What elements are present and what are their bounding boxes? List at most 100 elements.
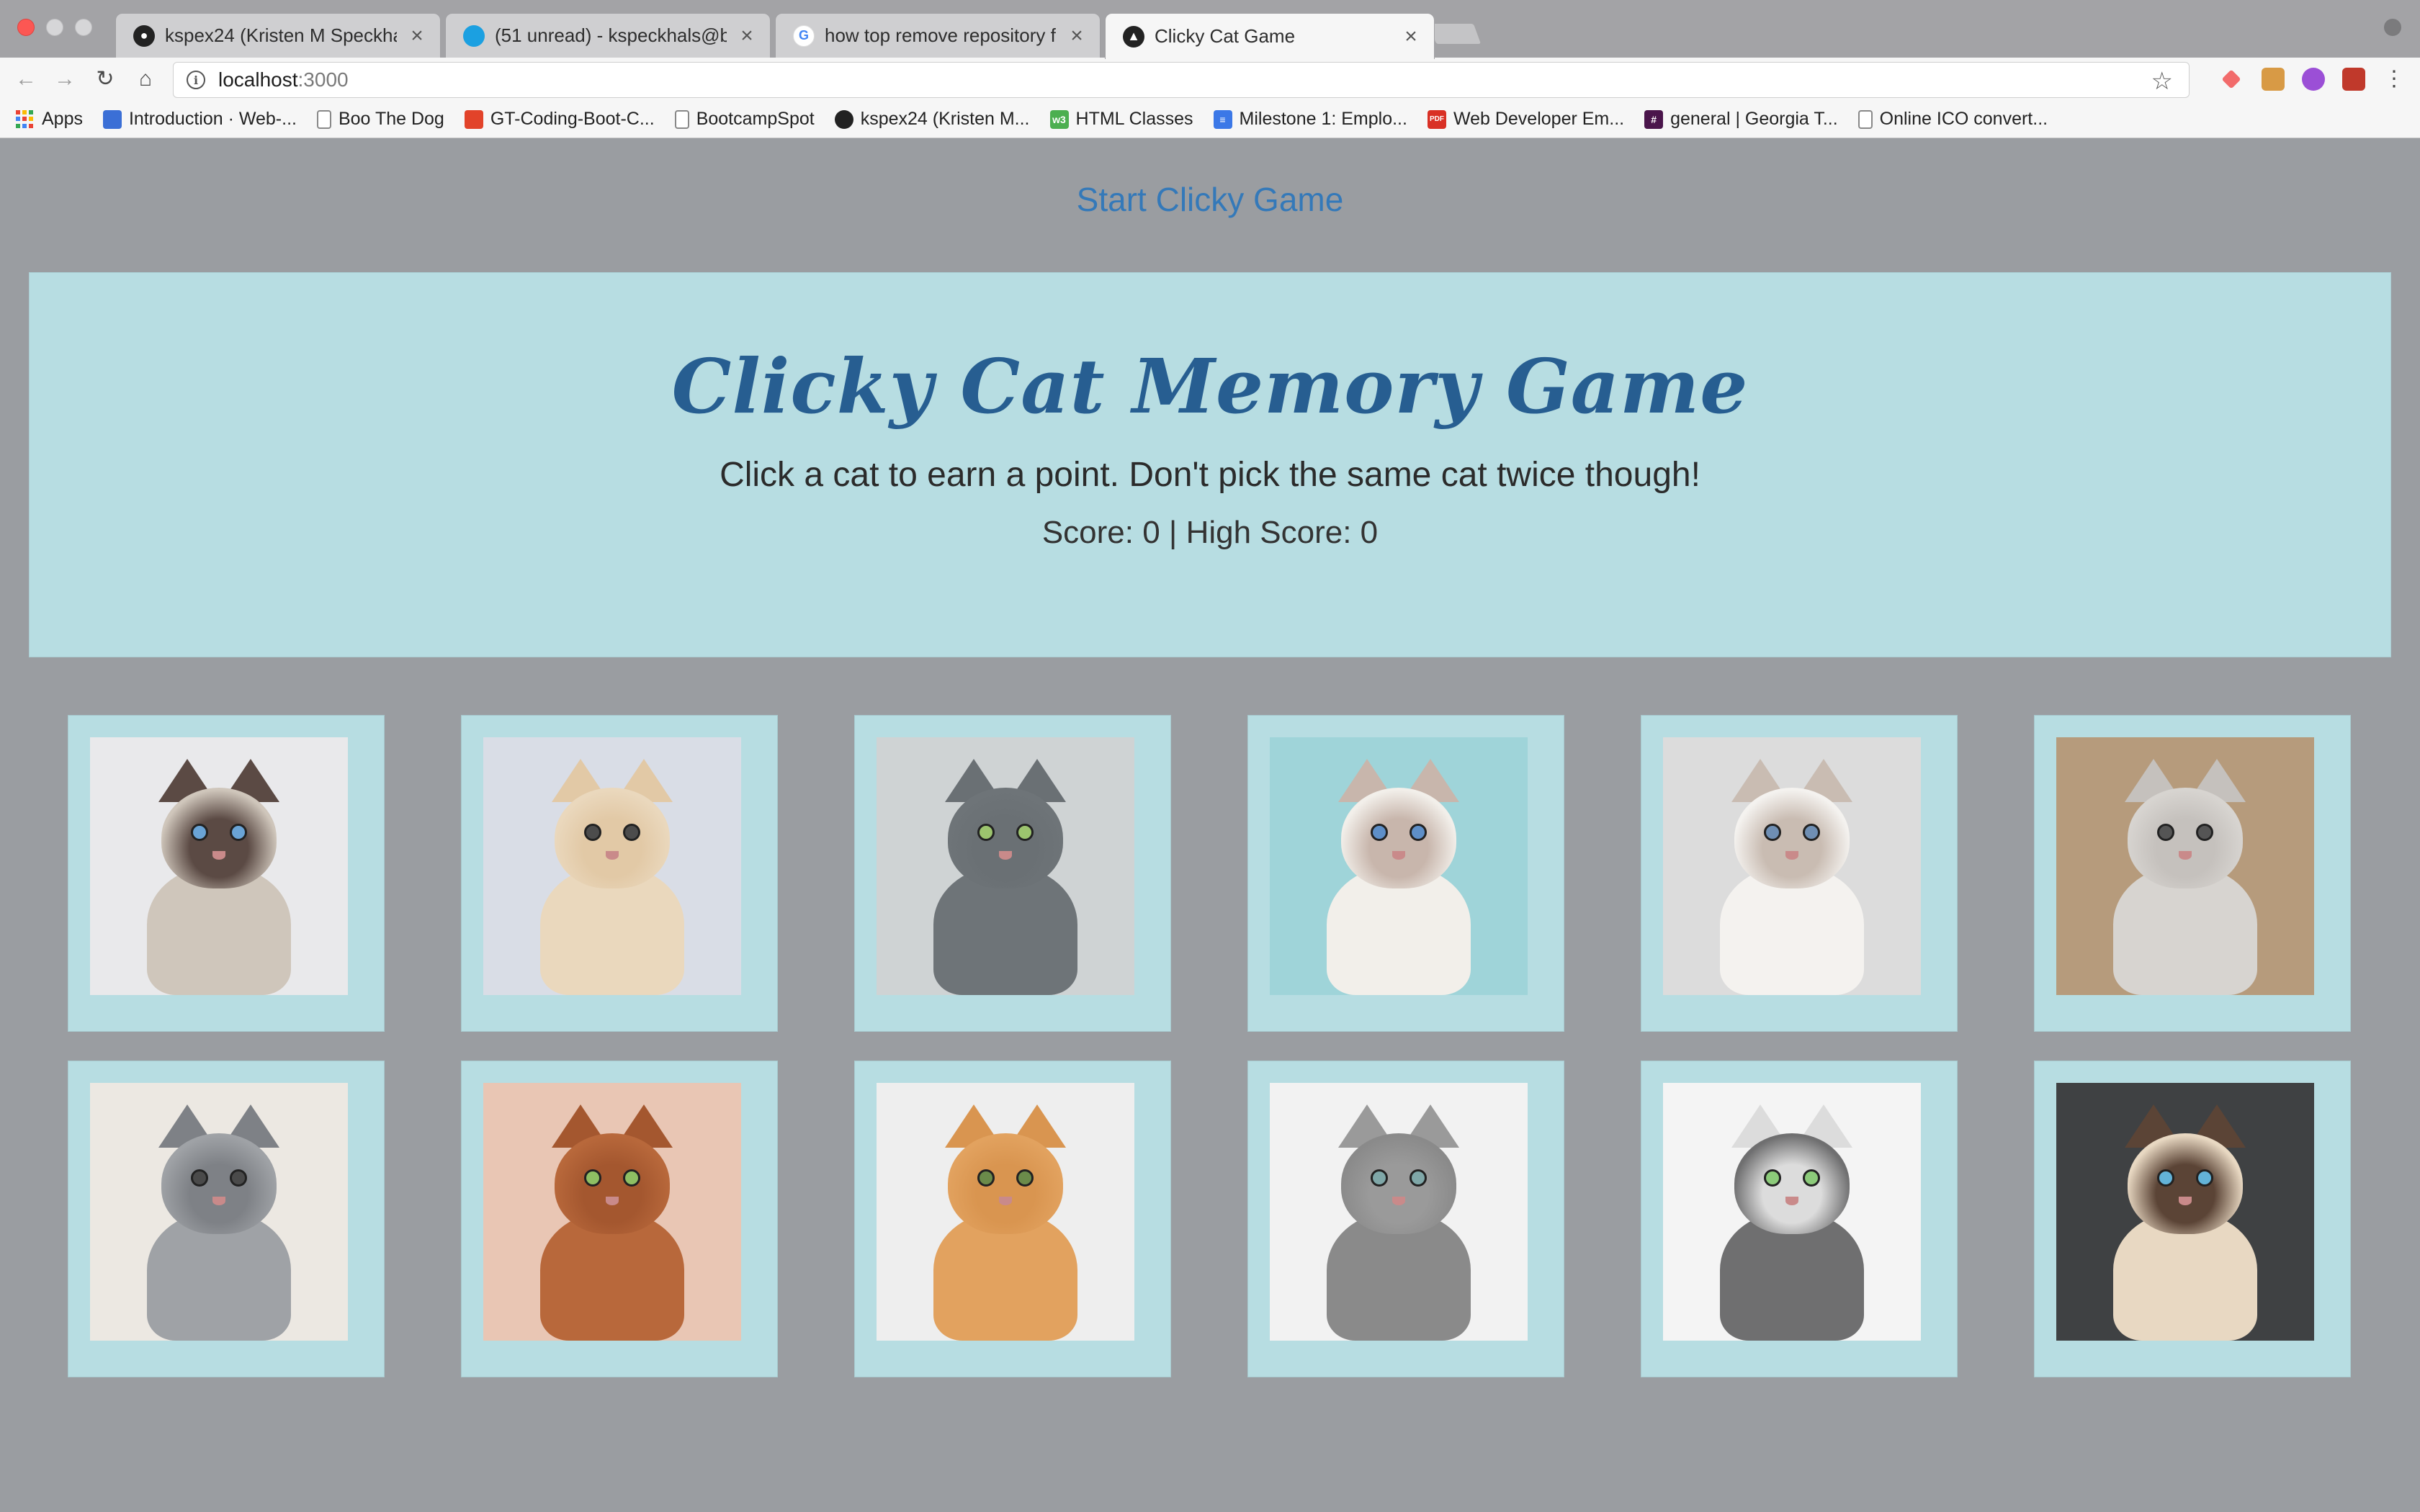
cat-head (555, 1133, 670, 1234)
browser-tab-clicky[interactable]: ▲ Clicky Cat Game × (1105, 13, 1435, 59)
score-display: Score: 0 | High Score: 0 (1041, 515, 1379, 550)
instructions-text: Click a cat to earn a point. Don't pick … (720, 456, 1700, 494)
bookmark-milestone[interactable]: ≡ Milestone 1: Emplo... (1213, 109, 1407, 130)
bookmark-introduction[interactable]: Introduction · Web-... (102, 109, 297, 130)
extension-arrow-icon[interactable] (2221, 69, 2241, 89)
tab-close-icon[interactable]: × (1067, 24, 1087, 48)
cat-card[interactable] (461, 715, 778, 1032)
bookmark-github[interactable]: kspex24 (Kristen M... (834, 109, 1030, 130)
url-host: localhost (218, 68, 298, 91)
minimize-window-button[interactable] (46, 19, 63, 36)
start-game-link[interactable]: Start Clicky Game (0, 180, 2420, 219)
cat-eye (2196, 824, 2213, 841)
tab-close-icon[interactable]: × (1401, 24, 1421, 49)
bookmark-gitlab[interactable]: GT-Coding-Boot-C... (464, 109, 655, 130)
url-text: localhost:3000 (218, 68, 349, 91)
extension-square-icon[interactable] (2342, 68, 2365, 91)
bookmark-apps[interactable]: Apps (16, 109, 83, 130)
cat-card-grid (68, 715, 2352, 1377)
cat-card[interactable] (2034, 1061, 2351, 1377)
cream-kitten-image[interactable] (483, 737, 741, 995)
cat-head (1341, 1133, 1456, 1234)
bookmark-html-classes[interactable]: w3 HTML Classes (1049, 109, 1193, 130)
cat-head (161, 1133, 277, 1234)
white-ragdoll-cat-image[interactable] (1663, 737, 1921, 995)
cat-card[interactable] (1247, 1061, 1564, 1377)
cat-card[interactable] (68, 1061, 385, 1377)
page-icon (1857, 109, 1873, 129)
tab-title: (51 unread) - kspeckhals@bellsouth.net (495, 24, 727, 46)
bookmark-label: HTML Classes (1075, 109, 1193, 129)
cat-card[interactable] (461, 1061, 778, 1377)
cat-nose (999, 1197, 1012, 1205)
tab-close-icon[interactable]: × (737, 24, 757, 48)
fluffy-colorpoint-cat-image[interactable] (90, 737, 348, 995)
bookmark-web-developer[interactable]: PDF Web Developer Em... (1427, 109, 1625, 130)
cat-eye (2157, 1169, 2174, 1187)
home-icon[interactable]: ⌂ (133, 66, 158, 92)
game-header: Clicky Cat Memory Game Click a cat to ea… (29, 272, 2391, 657)
cat-eye (191, 824, 208, 841)
tabby-cat-image[interactable] (1270, 1083, 1528, 1341)
bookmark-star-icon[interactable]: ☆ (2151, 67, 2173, 96)
info-icon[interactable]: i (187, 71, 205, 89)
cat-card[interactable] (2034, 715, 2351, 1032)
bookmark-label: BootcampSpot (696, 109, 815, 129)
cat-eye (1803, 1169, 1820, 1187)
orange-kitten-image[interactable] (877, 1083, 1134, 1341)
cat-eye (623, 824, 640, 841)
tab-title: Clicky Cat Game (1155, 25, 1296, 47)
bookmark-label: Online ICO convert... (1879, 109, 2048, 129)
forward-arrow-icon[interactable]: → (52, 66, 78, 92)
att-globe-icon (463, 24, 485, 47)
cat-head (1734, 1133, 1850, 1234)
cat-card[interactable] (1641, 1061, 1958, 1377)
menu-kebab-icon[interactable]: ⋮ (2381, 66, 2407, 92)
bookmarks-bar: Apps Introduction · Web-... Boo The Dog … (0, 101, 2420, 138)
siamese-cat-image[interactable] (2056, 1083, 2314, 1341)
somali-cat-image[interactable] (483, 1083, 741, 1341)
gitlab-icon (464, 109, 483, 129)
close-window-button[interactable] (17, 19, 35, 36)
bookmark-ico-converter[interactable]: Online ICO convert... (1857, 109, 2048, 130)
cat-icon: ▲ (1123, 25, 1144, 48)
bookmark-bootcampspot[interactable]: BootcampSpot (674, 109, 815, 130)
flower-crown-cat-image[interactable] (1663, 1083, 1921, 1341)
cat-head (2128, 1133, 2243, 1234)
bookmark-label: Boo The Dog (338, 109, 444, 129)
new-tab-button[interactable] (1428, 23, 1482, 45)
bookmark-label: Web Developer Em... (1453, 109, 1625, 129)
ragdoll-cat-teal-image[interactable] (1270, 737, 1528, 995)
profile-avatar-icon[interactable] (2381, 16, 2404, 39)
cat-nose (2179, 1197, 2192, 1205)
bookmark-boo-the-dog[interactable]: Boo The Dog (316, 109, 444, 130)
cat-eye (1016, 1169, 1034, 1187)
persian-kitten-image[interactable] (2056, 737, 2314, 995)
cat-head (2128, 788, 2243, 888)
cat-card[interactable] (854, 715, 1171, 1032)
browser-tab-google[interactable]: G how top remove repository from × (775, 13, 1101, 58)
address-bar[interactable]: i localhost:3000 ☆ (173, 62, 2190, 98)
page-icon (674, 109, 689, 129)
cat-eye (623, 1169, 640, 1187)
cat-nose (212, 851, 225, 860)
browser-tab-mail[interactable]: (51 unread) - kspeckhals@bellsouth.net × (445, 13, 771, 58)
cat-card[interactable] (68, 715, 385, 1032)
maximize-window-button[interactable] (75, 19, 92, 36)
extension-circle-icon[interactable] (2302, 68, 2325, 91)
cat-eye (1410, 1169, 1427, 1187)
grey-fluffy-kitten-image[interactable] (90, 1083, 348, 1341)
pdf-icon: PDF (1427, 109, 1446, 129)
extension-flag-icon[interactable] (2262, 68, 2285, 91)
cat-card[interactable] (1641, 715, 1958, 1032)
cat-card[interactable] (1247, 715, 1564, 1032)
cat-nose (212, 1197, 225, 1205)
russian-blue-cat-image[interactable] (877, 737, 1134, 995)
browser-tab-github[interactable]: ● kspex24 (Kristen M Speckhals) × (115, 13, 441, 58)
back-arrow-icon[interactable]: ← (13, 66, 39, 92)
bookmark-slack-general[interactable]: # general | Georgia T... (1644, 109, 1838, 130)
cat-card[interactable] (854, 1061, 1171, 1377)
tab-close-icon[interactable]: × (407, 24, 427, 48)
reload-icon[interactable]: ↻ (92, 66, 118, 92)
cat-eye (1764, 1169, 1781, 1187)
